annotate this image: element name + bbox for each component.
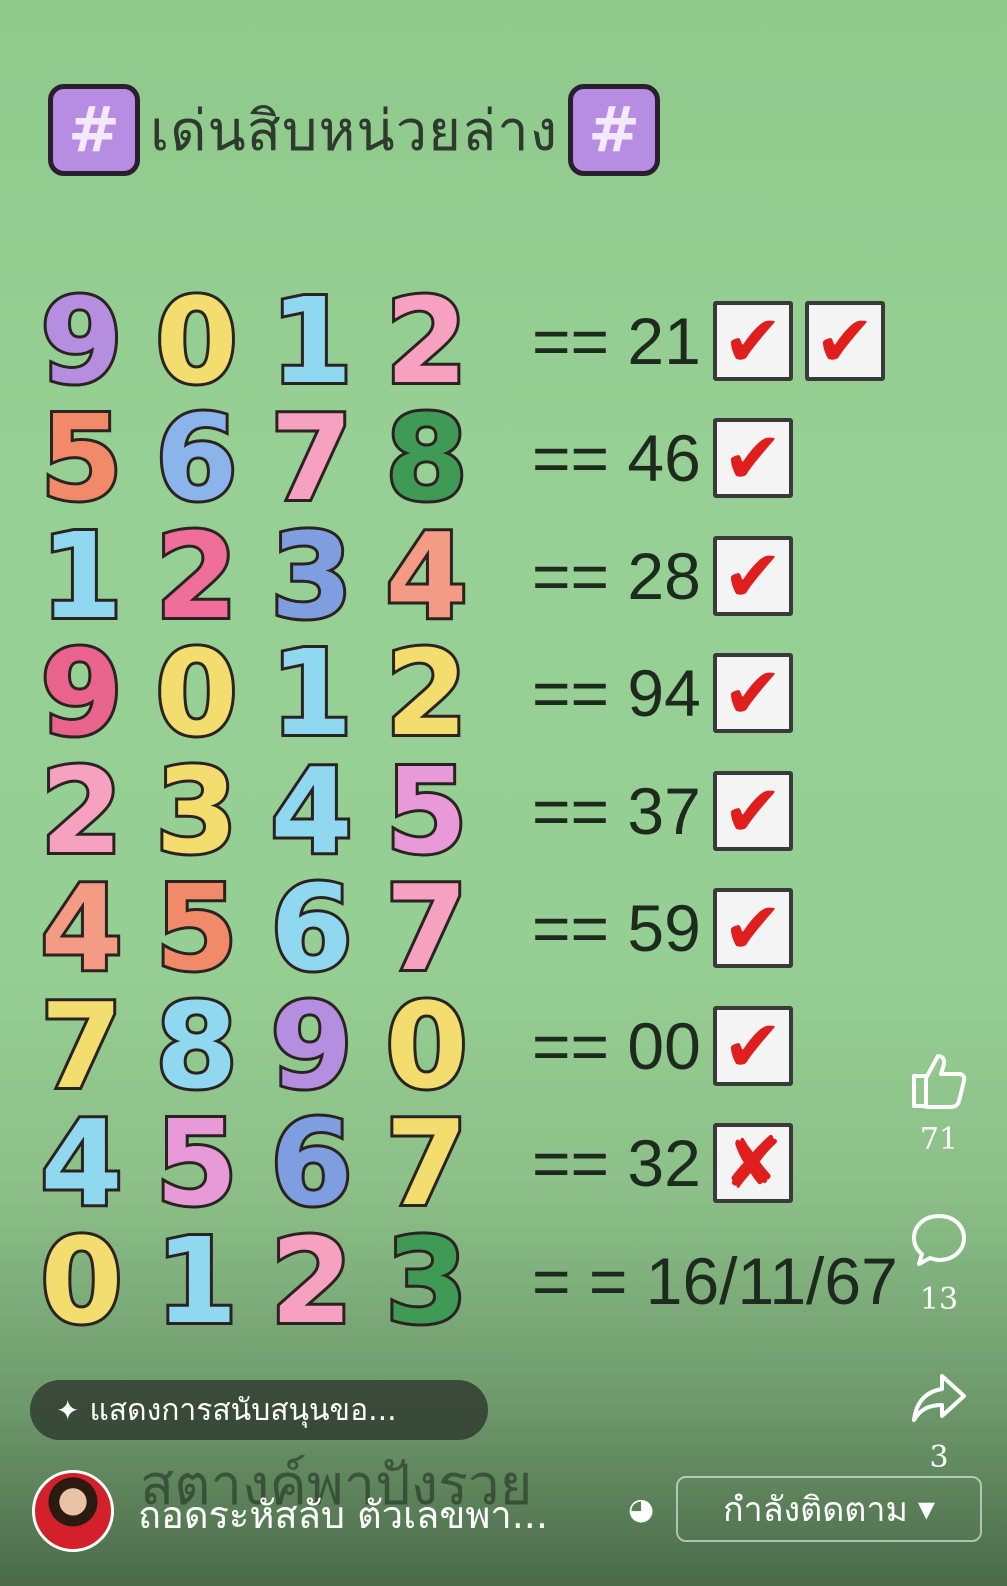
digit: 5 — [152, 859, 240, 998]
check-mark-icon: ✔ — [712, 770, 793, 851]
digit-group: 9012 — [24, 624, 484, 763]
hash-icon-left: # — [48, 84, 140, 176]
like-count: 71 — [919, 1122, 959, 1157]
sparkle-icon: ✦ — [56, 1393, 80, 1427]
like-button[interactable]: 71 — [903, 1050, 975, 1157]
digit: 7 — [37, 976, 125, 1115]
digit: 3 — [267, 506, 355, 645]
digit: 6 — [267, 1094, 355, 1233]
digit-group: 0123 — [24, 1211, 484, 1350]
following-label: กำลังติดตาม — [723, 1490, 908, 1530]
check-mark-icon: ✔ — [712, 418, 793, 499]
digit: 1 — [267, 624, 355, 763]
comment-count: 13 — [919, 1282, 959, 1317]
digit: 5 — [37, 389, 125, 528]
row-result: == 32 — [532, 1126, 701, 1201]
post-title: # เด่นสิบหน่วยล่าง # — [48, 80, 661, 180]
digit: 6 — [152, 389, 240, 528]
share-icon — [903, 1368, 975, 1436]
digit: 0 — [382, 976, 470, 1115]
digit: 8 — [382, 389, 470, 528]
check-mark-icon: ✔ — [712, 1005, 793, 1086]
row-result: == 00 — [532, 1008, 701, 1083]
digit: 2 — [152, 506, 240, 645]
support-label: แสดงการสนับสนุนขอ... — [89, 1392, 397, 1428]
digit: 7 — [382, 1094, 470, 1233]
row-result: == 37 — [532, 773, 701, 848]
number-row: 9 0 1 2 == 21 ✔ ✔ — [24, 271, 1004, 410]
digit: 2 — [382, 271, 470, 410]
digit: 3 — [382, 1211, 470, 1350]
digit: 2 — [37, 741, 125, 880]
digit: 0 — [152, 624, 240, 763]
digit-group: 7890 — [24, 976, 484, 1115]
digit: 4 — [37, 859, 125, 998]
cross-mark-icon: ✘ — [712, 1123, 793, 1204]
digit: 9 — [267, 976, 355, 1115]
digit: 5 — [152, 1094, 240, 1233]
digit: 4 — [37, 1094, 125, 1233]
digit: 5 — [382, 741, 470, 880]
digit: 0 — [37, 1211, 125, 1350]
row-result: == 21 — [532, 303, 701, 378]
digit-group: 1234 — [24, 506, 484, 645]
digit-group: 9012 — [24, 271, 484, 410]
number-row: 7 8 9 0 == 00 ✔ — [24, 976, 1004, 1115]
comment-icon — [903, 1210, 975, 1278]
digit-group: 2345 — [24, 741, 484, 880]
number-row: 5 6 7 8 == 46 ✔ — [24, 389, 1004, 528]
digit: 0 — [152, 271, 240, 410]
row-result: == 59 — [532, 891, 701, 966]
number-row: 0 1 2 3 = = 16/11/67 — [24, 1211, 1004, 1350]
digit: 2 — [382, 624, 470, 763]
digit: 4 — [382, 506, 470, 645]
row-result: = = 16/11/67 — [532, 1243, 898, 1318]
support-pill[interactable]: ✦ แสดงการสนับสนุนขอ... — [30, 1380, 488, 1440]
check-mark-icon: ✔ — [712, 535, 793, 616]
number-row: 2 3 4 5 == 37 ✔ — [24, 741, 1004, 880]
globe-icon: ◕ — [628, 1492, 655, 1527]
number-row: 4 5 6 7 == 32 ✘ — [24, 1094, 1004, 1233]
digit-group: 4567 — [24, 1094, 484, 1233]
title-text: เด่นสิบหน่วยล่าง — [150, 98, 559, 164]
digit: 7 — [382, 859, 470, 998]
digit: 1 — [267, 271, 355, 410]
share-button[interactable]: 3 — [903, 1368, 975, 1475]
digit: 2 — [267, 1211, 355, 1350]
digit: 7 — [267, 389, 355, 528]
check-mark-icon: ✔ — [712, 888, 793, 969]
number-rows: 9 0 1 2 == 21 ✔ ✔ 5 6 7 8 == 46 ✔ 1 2 3 4 == 28 ✔ 9 0 1 2 == 94… — [24, 271, 1004, 1350]
thumbs-up-icon — [903, 1050, 975, 1118]
row-result: == 46 — [532, 421, 701, 496]
digit-group: 4567 — [24, 859, 484, 998]
digit: 6 — [267, 859, 355, 998]
row-result: == 28 — [532, 538, 701, 613]
chevron-down-icon: ▾ — [917, 1489, 935, 1529]
digit-group: 5678 — [24, 389, 484, 528]
check-mark-icon: ✔ — [804, 300, 885, 381]
row-result: == 94 — [532, 656, 701, 731]
digit: 9 — [37, 271, 125, 410]
digit: 1 — [152, 1211, 240, 1350]
digit: 4 — [267, 741, 355, 880]
number-row: 1 2 3 4 == 28 ✔ — [24, 506, 1004, 645]
check-mark-icon: ✔ — [712, 300, 793, 381]
channel-bar: ถอดระหัสลับ ตัวเลขพา... ◕ กำลังติดตาม ▾ — [0, 1470, 1007, 1586]
comment-button[interactable]: 13 — [903, 1210, 975, 1317]
check-mark-icon: ✔ — [712, 653, 793, 734]
hash-icon-right: # — [568, 84, 661, 176]
digit: 1 — [37, 506, 125, 645]
number-row: 4 5 6 7 == 59 ✔ — [24, 859, 1004, 998]
digit: 9 — [37, 624, 125, 763]
digit: 3 — [152, 741, 240, 880]
following-button[interactable]: กำลังติดตาม ▾ — [676, 1476, 982, 1542]
avatar[interactable] — [32, 1470, 114, 1552]
channel-name[interactable]: ถอดระหัสลับ ตัวเลขพา... — [138, 1484, 548, 1545]
number-row: 9 0 1 2 == 94 ✔ — [24, 624, 1004, 763]
digit: 8 — [152, 976, 240, 1115]
